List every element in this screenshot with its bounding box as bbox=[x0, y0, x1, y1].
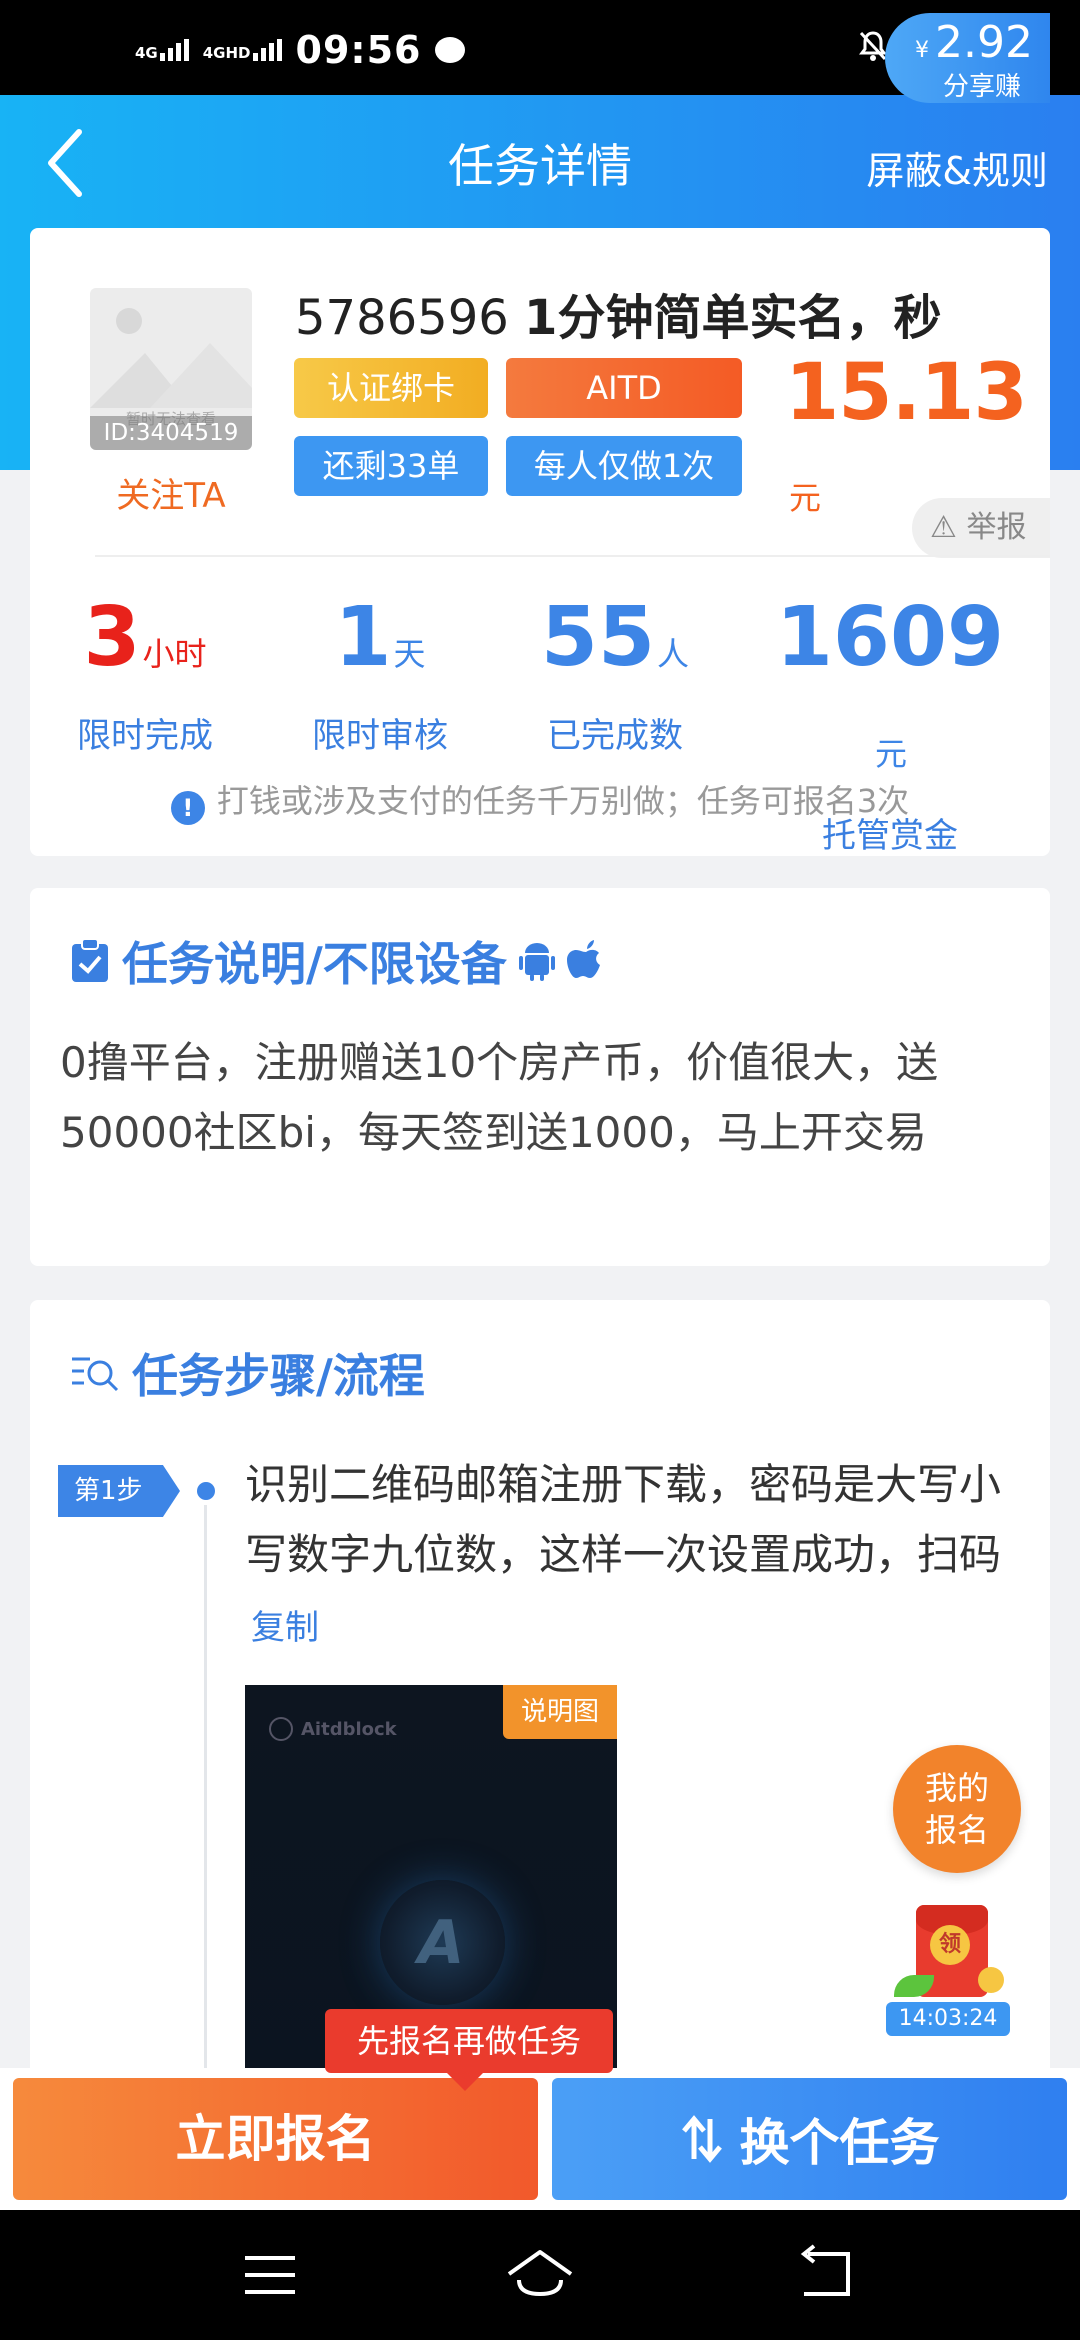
countdown-timer: 14:03:24 bbox=[886, 2002, 1010, 2036]
share-currency: ¥ bbox=[915, 38, 929, 63]
mountain-icon bbox=[90, 343, 252, 408]
share-amount: 2.92 bbox=[935, 17, 1033, 68]
stat-unit: 元 bbox=[874, 735, 907, 773]
info-icon: ! bbox=[170, 791, 205, 825]
task-summary-card: 暂时无法查看 ID:3404519 关注TA 5786596 1分钟简单实名，秒… bbox=[30, 228, 1050, 856]
tag-verify: 认证绑卡 bbox=[294, 358, 488, 418]
stat-unit: 天 bbox=[393, 635, 426, 673]
red-packet-seal: 领 bbox=[930, 1925, 970, 1965]
bottom-action-bar: 立即报名 换个任务 bbox=[0, 2068, 1080, 2210]
home-icon[interactable] bbox=[505, 2240, 575, 2310]
change-task-label: 换个任务 bbox=[739, 2114, 940, 2172]
step-instruction: 识别二维码邮箱注册下载，密码是大写小写数字九位数，这样一次设置成功，扫码 bbox=[245, 1460, 1002, 1579]
step-text: 识别二维码邮箱注册下载，密码是大写小写数字九位数，这样一次设置成功，扫码复制 bbox=[245, 1450, 1005, 1663]
list-search-icon bbox=[72, 1357, 119, 1392]
signup-tooltip: 先报名再做任务 bbox=[325, 2009, 613, 2091]
block-rules-link[interactable]: 屏蔽&规则 bbox=[866, 140, 1048, 195]
my-signup-button[interactable]: 我的报名 bbox=[893, 1745, 1021, 1873]
description-title: 任务说明/不限设备 bbox=[70, 928, 605, 994]
network-type-1: 4G bbox=[135, 44, 158, 62]
divider bbox=[95, 555, 1050, 557]
stat-time-limit: 3小时 限时完成 bbox=[20, 588, 270, 757]
notice-text: 打钱或涉及支付的任务千万别做；任务可报名3次 bbox=[216, 782, 910, 820]
follow-button[interactable]: 关注TA bbox=[90, 468, 252, 517]
warning-notice: ! 打钱或涉及支付的任务千万别做；任务可报名3次 bbox=[30, 776, 1050, 825]
tag-limit: 每人仅做1次 bbox=[506, 436, 742, 496]
signal-4ghd-icon: 4GHD bbox=[203, 39, 282, 61]
my-signup-label: 我的报名 bbox=[924, 1769, 989, 1849]
swap-icon bbox=[681, 2115, 722, 2163]
stat-unit: 人 bbox=[657, 635, 690, 673]
stat-completed: 55人 已完成数 bbox=[490, 588, 740, 757]
apple-icon bbox=[566, 940, 600, 978]
stat-label: 已完成数 bbox=[547, 716, 683, 756]
clipboard-check-icon bbox=[72, 938, 108, 982]
stat-label: 限时审核 bbox=[312, 716, 448, 756]
stat-unit: 小时 bbox=[142, 635, 207, 673]
app-logo: Aitdblock bbox=[269, 1717, 397, 1741]
system-nav-bar bbox=[0, 2210, 1080, 2340]
signal-4g-icon: 4G bbox=[135, 39, 189, 61]
description-title-text: 任务说明/不限设备 bbox=[122, 937, 507, 991]
stat-label: 限时完成 bbox=[77, 716, 213, 756]
report-button[interactable]: ⚠ 举报 bbox=[912, 498, 1050, 558]
red-packet-button[interactable]: 领 14:03:24 bbox=[886, 1905, 1024, 2036]
menu-icon[interactable] bbox=[235, 2240, 305, 2310]
illustration-tag: 说明图 bbox=[503, 1685, 617, 1739]
stat-value: 1 bbox=[334, 590, 392, 685]
android-icon bbox=[518, 943, 555, 981]
clock: 09:56 bbox=[295, 28, 422, 72]
message-icon bbox=[435, 37, 466, 63]
network-type-2: 4GHD bbox=[202, 44, 251, 62]
steps-title: 任务步骤/流程 bbox=[70, 1340, 425, 1406]
signup-now-button[interactable]: 立即报名 bbox=[13, 2078, 538, 2200]
avatar[interactable]: 暂时无法查看 ID:3404519 bbox=[90, 288, 252, 450]
mute-icon bbox=[859, 31, 887, 61]
tag-platform: AITD bbox=[506, 358, 742, 418]
share-earn-button[interactable]: ¥2.92 分享赚 bbox=[885, 13, 1050, 103]
stat-value: 3 bbox=[83, 590, 141, 685]
app-logo-text: Aitdblock bbox=[301, 1718, 397, 1740]
back-nav-icon[interactable] bbox=[790, 2240, 860, 2310]
stat-review-limit: 1天 限时审核 bbox=[255, 588, 505, 757]
app-emblem-icon: A bbox=[380, 1880, 505, 2005]
step-dot bbox=[197, 1482, 215, 1500]
stat-value: 55 bbox=[540, 590, 656, 685]
stat-value: 1609 bbox=[775, 590, 1005, 685]
warning-icon: ⚠ bbox=[930, 510, 957, 545]
publisher-id: ID:3404519 bbox=[90, 416, 252, 450]
price-unit: 元 bbox=[789, 479, 821, 517]
steps-title-text: 任务步骤/流程 bbox=[132, 1349, 425, 1403]
step-badge: 第1步 bbox=[58, 1465, 180, 1517]
share-label: 分享赚 bbox=[943, 72, 1022, 102]
tag-remaining: 还剩33单 bbox=[294, 436, 488, 496]
image-placeholder-icon bbox=[116, 308, 142, 334]
copy-button[interactable]: 复制 bbox=[251, 1608, 319, 1648]
price-value: 15.13 bbox=[785, 348, 1028, 438]
report-label: 举报 bbox=[966, 510, 1027, 545]
change-task-button[interactable]: 换个任务 bbox=[552, 2078, 1067, 2200]
task-title: 5786596 1分钟简单实名，秒 bbox=[295, 278, 945, 348]
task-id: 5786596 bbox=[295, 290, 509, 346]
coin-icon bbox=[978, 1967, 1004, 1993]
task-title-text: 1分钟简单实名，秒 bbox=[524, 290, 942, 346]
task-description-card: 任务说明/不限设备 0撸平台，注册赠送10个房产币，价值很大，送50000社区b… bbox=[30, 888, 1050, 1266]
description-text: 0撸平台，注册赠送10个房产币，价值很大，送50000社区bi，每天签到送100… bbox=[60, 1038, 939, 1157]
